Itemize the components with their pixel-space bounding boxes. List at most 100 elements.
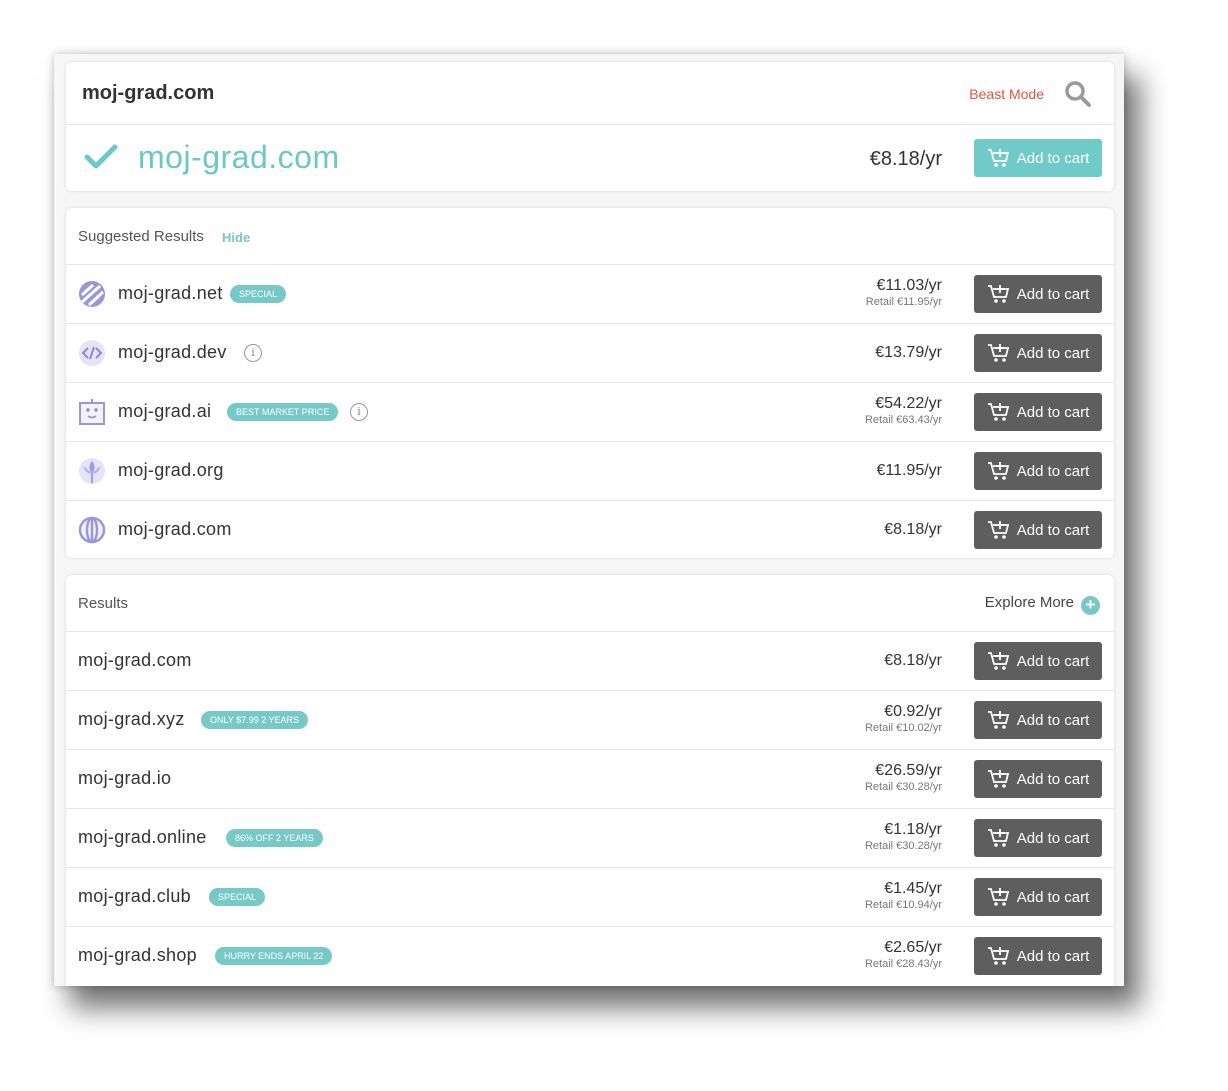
add-to-cart-button[interactable]: Add to cart [974, 511, 1102, 549]
lotus-icon [79, 458, 105, 484]
cart-icon [987, 344, 1009, 362]
domain-name[interactable]: moj-grad.shop [78, 945, 197, 966]
add-to-cart-label: Add to cart [1016, 888, 1090, 906]
retail-price: Retail €28.43/yr [864, 958, 942, 970]
beast-mode-link[interactable]: Beast Mode [969, 86, 1044, 102]
add-to-cart-button[interactable]: Add to cart [974, 760, 1102, 798]
cart-icon [987, 829, 1009, 847]
domain-name[interactable]: moj-grad.com [78, 650, 192, 671]
domain-name[interactable]: moj-grad.dev [118, 342, 227, 363]
domain-name[interactable]: moj-grad.io [78, 768, 171, 789]
add-to-cart-label: Add to cart [1016, 403, 1090, 421]
result-row-io: moj-grad.io €26.59/yr Retail €30.28/yr Ad… [66, 750, 1114, 809]
best-market-price-badge: BEST MARKET PRICE [227, 403, 339, 421]
retail-price: Retail €30.28/yr [864, 840, 942, 852]
domain-name[interactable]: moj-grad.xyz [78, 709, 185, 730]
add-to-cart-button[interactable]: Add to cart [974, 701, 1102, 739]
add-to-cart-label: Add to cart [1016, 711, 1090, 729]
price: €8.18/yr [884, 521, 942, 538]
promo-badge: ONLY $7.99 2 YEARS [201, 711, 309, 729]
retail-price: Retail €63.43/yr [864, 414, 942, 426]
add-to-cart-button[interactable]: Add to cart [974, 139, 1102, 177]
suggested-row-net: moj-grad.net SPECIAL €11.03/yr Retail €11… [66, 265, 1114, 324]
add-to-cart-button[interactable]: Add to cart [974, 452, 1102, 490]
price: €8.18/yr [884, 652, 942, 669]
domain-name[interactable]: moj-grad.ai [118, 401, 211, 422]
hide-link[interactable]: Hide [222, 230, 250, 245]
add-to-cart-label: Add to cart [1016, 462, 1090, 480]
results-card: Results Explore More + moj-grad.com €8.1… [66, 575, 1114, 986]
domain-name[interactable]: moj-grad.org [118, 460, 224, 481]
results-title: Results [78, 595, 129, 612]
cart-icon [987, 462, 1009, 480]
suggested-row-com: moj-grad.com €8.18/yr Add to cart [66, 501, 1114, 559]
add-to-cart-label: Add to cart [1016, 947, 1090, 965]
cart-icon [987, 285, 1009, 303]
add-to-cart-button[interactable]: Add to cart [974, 878, 1102, 916]
retail-price: Retail €10.94/yr [864, 899, 942, 911]
exact-price: €8.18/yr [869, 148, 942, 170]
retail-price: Retail €11.95/yr [865, 296, 942, 308]
cart-icon [987, 149, 1009, 167]
cart-icon [987, 947, 1009, 965]
price: €13.79/yr [875, 344, 942, 361]
price: €1.18/yr Retail €30.28/yr [864, 821, 942, 852]
domain-name[interactable]: moj-grad.online [78, 827, 207, 848]
domain-name[interactable]: moj-grad.club [78, 886, 191, 907]
search-card: moj-grad.com Beast Mode moj-grad.com €8.… [66, 62, 1114, 191]
info-icon[interactable]: i [350, 403, 368, 421]
price: €26.59/yr Retail €30.28/yr [864, 762, 942, 793]
suggested-header: Suggested Results Hide [66, 208, 1114, 265]
add-to-cart-label: Add to cart [1016, 344, 1090, 362]
promo-badge: HURRY ENDS APRIL 22 [215, 947, 333, 965]
cart-icon [987, 403, 1009, 421]
cart-icon [987, 770, 1009, 788]
add-to-cart-button[interactable]: Add to cart [974, 393, 1102, 431]
add-to-cart-label: Add to cart [1016, 521, 1090, 539]
exact-domain: moj-grad.com [138, 139, 340, 175]
price: €11.03/yr Retail €11.95/yr [865, 277, 942, 308]
robot-icon [79, 399, 105, 425]
retail-price: Retail €30.28/yr [864, 781, 942, 793]
price: €1.45/yr Retail €10.94/yr [864, 880, 942, 911]
globe-icon [78, 516, 106, 544]
search-icon[interactable] [1064, 80, 1092, 108]
add-to-cart-button[interactable]: Add to cart [974, 275, 1102, 313]
code-icon [79, 340, 105, 366]
suggested-row-org: moj-grad.org €11.95/yr Add to cart [66, 442, 1114, 501]
suggested-row-dev: moj-grad.dev i €13.79/yr Add to cart [66, 324, 1114, 383]
search-query[interactable]: moj-grad.com [82, 82, 214, 105]
search-bar[interactable]: moj-grad.com Beast Mode [66, 62, 1114, 125]
price: €2.65/yr Retail €28.43/yr [864, 939, 942, 970]
domain-name[interactable]: moj-grad.net [118, 283, 223, 304]
retail-price: Retail €10.02/yr [864, 722, 942, 734]
price: €11.95/yr [876, 462, 942, 479]
cart-icon [987, 521, 1009, 539]
net-icon [79, 281, 105, 307]
suggested-row-ai: moj-grad.ai BEST MARKET PRICE i €54.22/y… [66, 383, 1114, 442]
add-to-cart-button[interactable]: Add to cart [974, 937, 1102, 975]
add-to-cart-button[interactable]: Add to cart [974, 819, 1102, 857]
result-row-online: moj-grad.online 86% OFF 2 YEARS €1.18/yr… [66, 809, 1114, 868]
domain-name[interactable]: moj-grad.com [118, 519, 232, 540]
cart-icon [987, 711, 1009, 729]
add-to-cart-label: Add to cart [1016, 829, 1090, 847]
result-row-xyz: moj-grad.xyz ONLY $7.99 2 YEARS €0.92/yr… [66, 691, 1114, 750]
cart-icon [987, 652, 1009, 670]
result-row-com: moj-grad.com €8.18/yr Add to cart [66, 632, 1114, 691]
info-icon[interactable]: i [244, 344, 262, 362]
result-row-shop: moj-grad.shop HURRY ENDS APRIL 22 €2.65/… [66, 927, 1114, 985]
add-to-cart-label: Add to cart [1016, 652, 1090, 670]
add-to-cart-label: Add to cart [1016, 149, 1090, 167]
result-row-club: moj-grad.club SPECIAL €1.45/yr Retail €10… [66, 868, 1114, 927]
add-to-cart-label: Add to cart [1016, 285, 1090, 303]
plus-icon[interactable]: + [1081, 596, 1100, 615]
cart-icon [987, 888, 1009, 906]
suggested-results-card: Suggested Results Hide moj-grad.net SPEC… [66, 208, 1114, 558]
explore-more-link[interactable]: Explore More [985, 594, 1074, 611]
price: €0.92/yr Retail €10.02/yr [864, 703, 942, 734]
special-badge: SPECIAL [230, 285, 287, 303]
add-to-cart-button[interactable]: Add to cart [974, 334, 1102, 372]
domain-search-window: moj-grad.com Beast Mode moj-grad.com €8.… [54, 54, 1124, 986]
add-to-cart-button[interactable]: Add to cart [974, 642, 1102, 680]
